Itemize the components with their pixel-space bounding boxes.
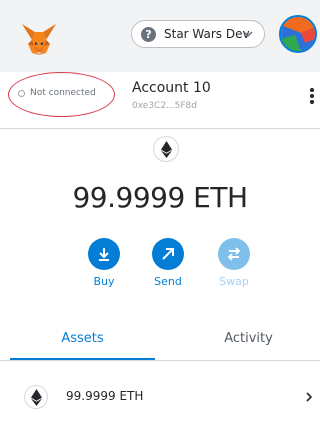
- account-options-kebab-icon[interactable]: [308, 88, 316, 106]
- swap-button[interactable]: Swap: [204, 238, 264, 288]
- asset-amount: 99.9999 ETH: [66, 389, 144, 403]
- metamask-fox-logo: [20, 22, 58, 56]
- arrow-up-right-icon: [162, 248, 174, 260]
- network-selector[interactable]: ? Star Wars Dev: [131, 20, 265, 48]
- send-label: Send: [154, 275, 182, 288]
- account-avatar[interactable]: [279, 15, 317, 53]
- buy-button[interactable]: Buy: [74, 238, 134, 288]
- asset-tabs: Assets Activity: [0, 322, 320, 361]
- network-label: Star Wars Dev: [164, 27, 250, 41]
- swap-icon: [227, 247, 241, 261]
- asset-list-item[interactable]: 99.9999 ETH: [0, 375, 320, 421]
- connection-status[interactable]: Not connected: [18, 88, 96, 98]
- download-icon: [99, 248, 109, 261]
- balance-amount: 99.9999 ETH: [72, 181, 248, 214]
- chevron-down-icon: [243, 31, 253, 38]
- ethereum-icon: [24, 385, 48, 409]
- tab-assets[interactable]: Assets: [10, 322, 155, 360]
- chevron-right-icon: [306, 392, 313, 402]
- tab-activity[interactable]: Activity: [176, 322, 320, 360]
- ethereum-icon: [153, 136, 179, 162]
- buy-label: Buy: [93, 275, 115, 288]
- app-header: ? Star Wars Dev: [0, 0, 320, 72]
- account-address[interactable]: 0xe3C2...5F8d: [132, 101, 197, 111]
- connection-status-label: Not connected: [30, 88, 96, 98]
- question-icon: ?: [141, 26, 156, 42]
- account-name[interactable]: Account 10: [132, 80, 211, 96]
- send-button[interactable]: Send: [138, 238, 198, 288]
- swap-label: Swap: [219, 275, 249, 288]
- status-dot-icon: [18, 89, 25, 97]
